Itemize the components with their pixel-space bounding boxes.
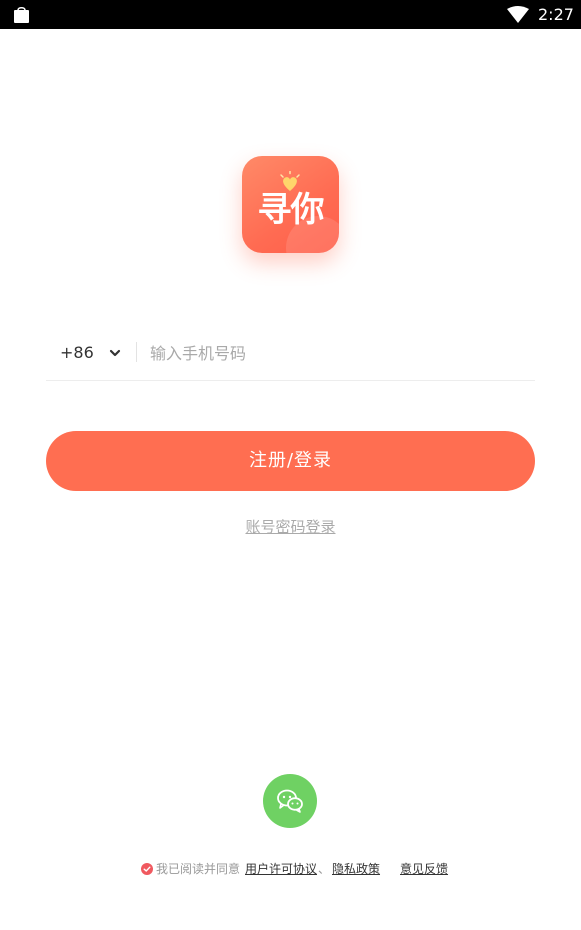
wifi-icon: [507, 6, 529, 23]
shopping-bag-icon: [14, 6, 29, 23]
password-login-label[interactable]: 账号密码登录: [245, 518, 335, 536]
wechat-login-button[interactable]: [263, 774, 317, 828]
phone-number-input[interactable]: [150, 338, 520, 368]
wechat-icon: [277, 789, 303, 813]
terms-link[interactable]: 用户许可协议: [245, 859, 317, 879]
privacy-link[interactable]: 隐私政策: [332, 859, 380, 879]
chevron-down-icon[interactable]: [108, 346, 122, 360]
divider: [136, 342, 137, 362]
agreement-row: 我已阅读并同意 用户许可协议 、 隐私政策 意见反馈: [0, 859, 581, 879]
password-login-link: 账号密码登录: [0, 516, 581, 538]
status-bar: 2:27: [0, 0, 581, 29]
feedback-link[interactable]: 意见反馈: [400, 859, 448, 879]
separator: 、: [318, 862, 331, 876]
phone-input-row: +86: [46, 330, 535, 381]
app-logo: 寻你: [242, 156, 339, 253]
status-time: 2:27: [538, 5, 574, 24]
agreement-text: 我已阅读并同意: [156, 862, 241, 876]
country-code-selector[interactable]: +86: [60, 342, 94, 364]
login-screen: 2:27 寻你 +86 注册/登录 账号密码登录: [0, 0, 581, 930]
logo-text: 寻你: [257, 190, 325, 230]
register-login-button[interactable]: 注册/登录: [46, 431, 535, 491]
check-circle-icon[interactable]: [141, 863, 153, 875]
